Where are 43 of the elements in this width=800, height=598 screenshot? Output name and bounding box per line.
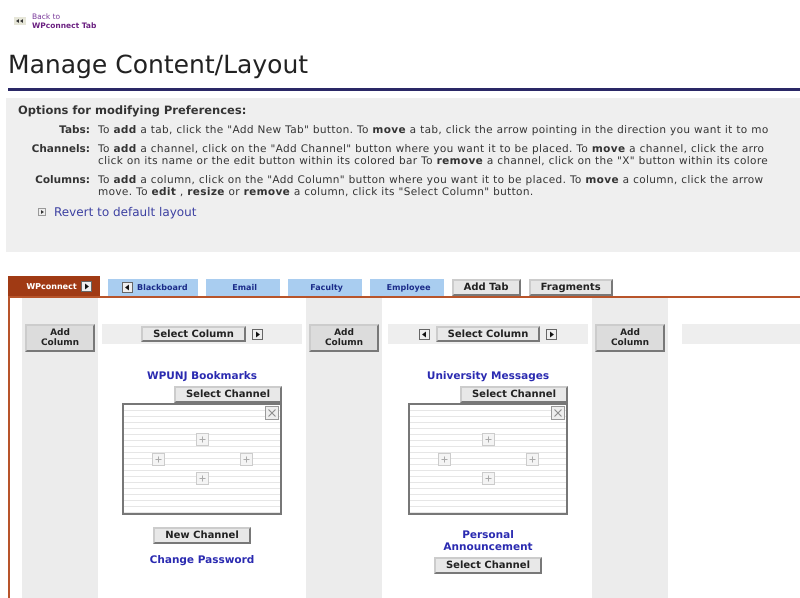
channel-title[interactable]: Personal Announcement [428, 529, 548, 553]
select-channel-button[interactable]: Select Channel [434, 557, 542, 574]
plus-icon[interactable] [152, 453, 165, 466]
tab[interactable]: Email [206, 279, 280, 296]
close-icon[interactable] [551, 406, 565, 420]
plus-icon[interactable] [196, 433, 209, 446]
tab[interactable]: Faculty [288, 279, 362, 296]
option-label: Channels: [30, 143, 91, 157]
select-column-button[interactable]: Select Column [141, 326, 246, 342]
channel-title[interactable]: Change Password [150, 554, 254, 566]
plus-icon[interactable] [240, 453, 253, 466]
tab-button[interactable]: Add Tab [452, 279, 521, 296]
select-channel-button[interactable]: Select Channel [460, 386, 568, 403]
option-label: Columns: [34, 174, 91, 188]
channel-title[interactable]: WPUNJ Bookmarks [146, 370, 257, 382]
channel-title[interactable]: University Messages [426, 370, 550, 382]
select-column-button[interactable]: Select Column [436, 326, 540, 342]
new-channel-button[interactable]: New Channel [153, 527, 251, 544]
tab[interactable]: Employee [370, 279, 444, 296]
back-icon[interactable] [14, 17, 26, 25]
tab[interactable]: WPconnect [8, 276, 100, 296]
add-column-button[interactable]: Add Column [309, 324, 379, 352]
page-title: Manage Content/Layout [8, 50, 310, 80]
revert-link[interactable]: Revert to default layout [54, 205, 196, 219]
option-text: To add a column, click on the "Add Column" button where you want it to be placed. To move a column, click the arrow [98, 174, 764, 186]
options-heading: Options for modifying Preferences: [18, 103, 248, 117]
tab[interactable]: Blackboard [108, 279, 198, 296]
tab-button[interactable]: Fragments [528, 279, 613, 296]
add-column-button[interactable]: Add Column [25, 324, 95, 352]
option-text: To add a channel, click on the "Add Channel" button where you want it to be placed. To move a channel, click the arro [98, 143, 766, 155]
add-column-button[interactable]: Add Column [595, 324, 665, 352]
plus-icon[interactable] [438, 453, 451, 466]
option-text: move. To edit , resize or remove a column, click its "Select Column" button. [98, 186, 535, 198]
option-label: Tabs: [58, 124, 91, 136]
plus-icon[interactable] [482, 433, 495, 446]
option-text: To add a tab, click the "Add New Tab" button. To move a tab, click the arrow pointing in the direction you want it to mo [98, 124, 769, 136]
close-icon[interactable] [265, 406, 279, 420]
option-text: click on its name or the edit button within its colored bar To remove a channel, click on the "X" button within its colore [98, 155, 768, 167]
select-channel-button[interactable]: Select Channel [174, 386, 282, 403]
plus-icon[interactable] [526, 453, 539, 466]
plus-icon[interactable] [482, 472, 495, 485]
plus-icon[interactable] [196, 472, 209, 485]
revert-icon[interactable] [38, 208, 46, 216]
